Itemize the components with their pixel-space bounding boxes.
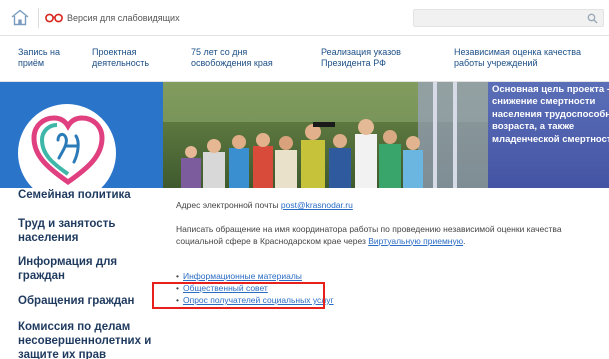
email-prefix: Адрес электронной почты <box>176 200 279 210</box>
sidebar-item-citizen-appeals[interactable]: Обращения граждан <box>18 294 158 308</box>
heart-logo-icon[interactable] <box>28 112 108 188</box>
nav-item-projects[interactable]: Проектная деятельность <box>92 47 172 69</box>
main-nav: Запись на приём Проектная деятельность 7… <box>0 37 609 82</box>
email-link[interactable]: post@krasnodar.ru <box>281 200 353 210</box>
children-group-photo <box>163 82 488 188</box>
info-materials-link[interactable]: Информационные материалы <box>183 271 302 281</box>
banner-text-panel: Основная цель проекта - снижение смертно… <box>488 82 609 188</box>
nav-item-appointment[interactable]: Запись на приём <box>18 47 78 69</box>
logo-panel <box>0 82 163 188</box>
search-icon[interactable] <box>587 13 598 24</box>
nav-item-liberation-anniversary[interactable]: 75 лет со дня освобождения края <box>191 47 301 69</box>
sidebar: Семейная политика Труд и занятость насел… <box>0 188 163 359</box>
banner-slogan: Основная цель проекта - снижение смертно… <box>492 84 609 145</box>
banner-photo <box>163 82 488 188</box>
divider <box>38 8 39 28</box>
sidebar-item-citizen-info[interactable]: Информация для граждан <box>18 255 158 283</box>
search-input[interactable] <box>413 9 604 27</box>
visually-impaired-version-link[interactable]: Версия для слабовидящих <box>45 10 180 26</box>
nav-item-independent-assessment[interactable]: Независимая оценка качества работы учреж… <box>454 47 604 69</box>
glasses-icon <box>45 13 63 23</box>
list-item: Информационные материалы <box>176 270 476 282</box>
sidebar-item-minors-commission[interactable]: Комиссия по делам несовершеннолетних и з… <box>18 320 158 359</box>
sidebar-item-family-policy[interactable]: Семейная политика <box>18 188 158 202</box>
appeal-suffix: . <box>463 235 466 246</box>
visually-impaired-label: Версия для слабовидящих <box>67 13 180 23</box>
home-icon[interactable] <box>10 9 30 26</box>
nav-item-presidential-decrees[interactable]: Реализация указов Президента РФ <box>321 47 431 69</box>
virtual-reception-link[interactable]: Виртуальную приемную <box>368 236 463 246</box>
main-content: Адрес электронной почты post@krasnodar.r… <box>163 188 609 359</box>
banner: Основная цель проекта - снижение смертно… <box>0 82 609 188</box>
top-bar: Версия для слабовидящих <box>0 0 609 36</box>
appeal-text: Написать обращение на имя координатора р… <box>176 224 606 247</box>
email-line: Адрес электронной почты post@krasnodar.r… <box>176 200 353 210</box>
sidebar-item-labor-employment[interactable]: Труд и занятость населения <box>18 217 158 245</box>
highlight-annotation-box <box>152 282 325 309</box>
